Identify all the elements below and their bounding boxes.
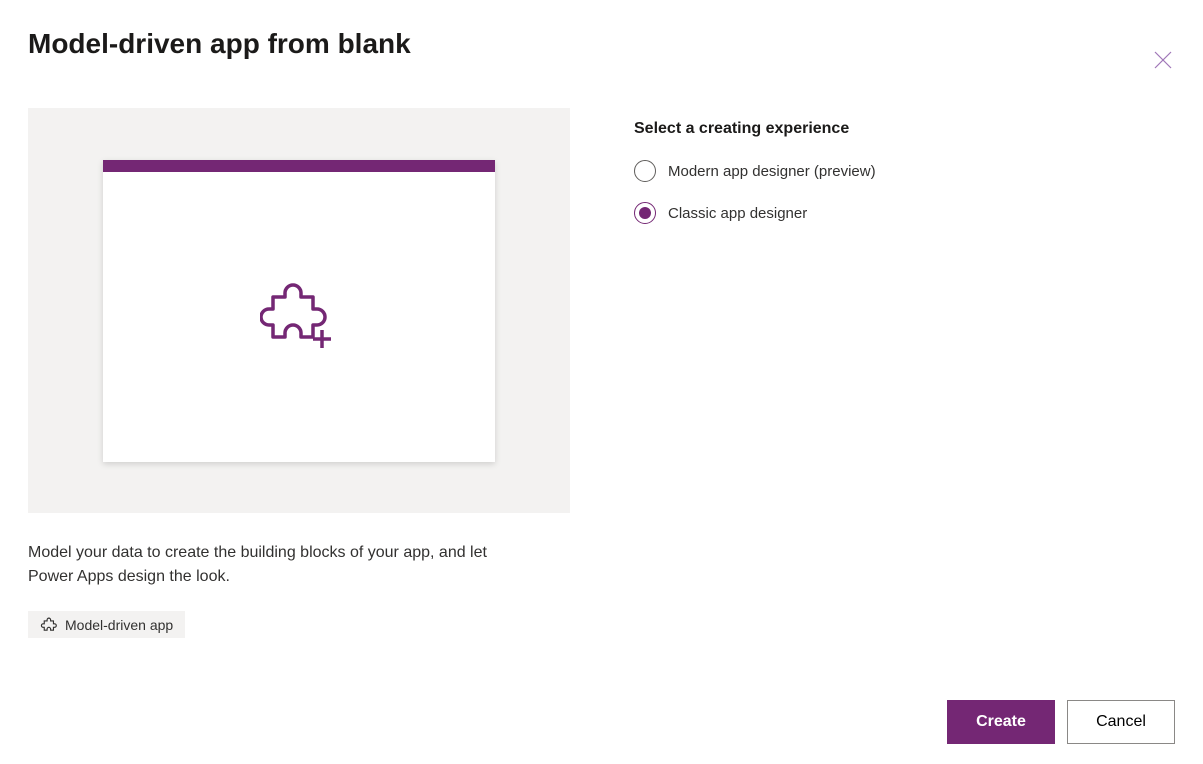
app-window-preview <box>103 160 495 462</box>
dialog-header: Model-driven app from blank <box>28 28 1175 76</box>
create-button[interactable]: Create <box>947 700 1055 744</box>
dialog-content: Model your data to create the building b… <box>28 108 1175 638</box>
left-column: Model your data to create the building b… <box>28 108 570 638</box>
app-type-tag-label: Model-driven app <box>65 617 173 633</box>
dialog: Model-driven app from blank <box>0 0 1203 764</box>
puzzle-plus-icon <box>260 282 338 352</box>
app-window-body <box>103 172 495 462</box>
radio-circle-selected <box>634 202 656 224</box>
radio-group-experience: Modern app designer (preview) Classic ap… <box>634 160 1175 224</box>
dialog-description: Model your data to create the building b… <box>28 541 528 589</box>
radio-modern-designer[interactable]: Modern app designer (preview) <box>634 160 1175 182</box>
radio-classic-designer[interactable]: Classic app designer <box>634 202 1175 224</box>
app-window-titlebar <box>103 160 495 172</box>
radio-label: Modern app designer (preview) <box>668 163 876 180</box>
options-section-label: Select a creating experience <box>634 120 1175 138</box>
radio-dot <box>639 207 651 219</box>
radio-circle <box>634 160 656 182</box>
puzzle-icon <box>40 616 57 633</box>
preview-tile <box>28 108 570 513</box>
right-column: Select a creating experience Modern app … <box>634 108 1175 638</box>
cancel-button[interactable]: Cancel <box>1067 700 1175 744</box>
radio-label: Classic app designer <box>668 205 807 222</box>
close-button[interactable] <box>1147 44 1179 76</box>
close-icon <box>1151 48 1175 72</box>
dialog-title: Model-driven app from blank <box>28 28 411 60</box>
dialog-footer: Create Cancel <box>947 700 1175 744</box>
app-type-tag: Model-driven app <box>28 611 185 638</box>
